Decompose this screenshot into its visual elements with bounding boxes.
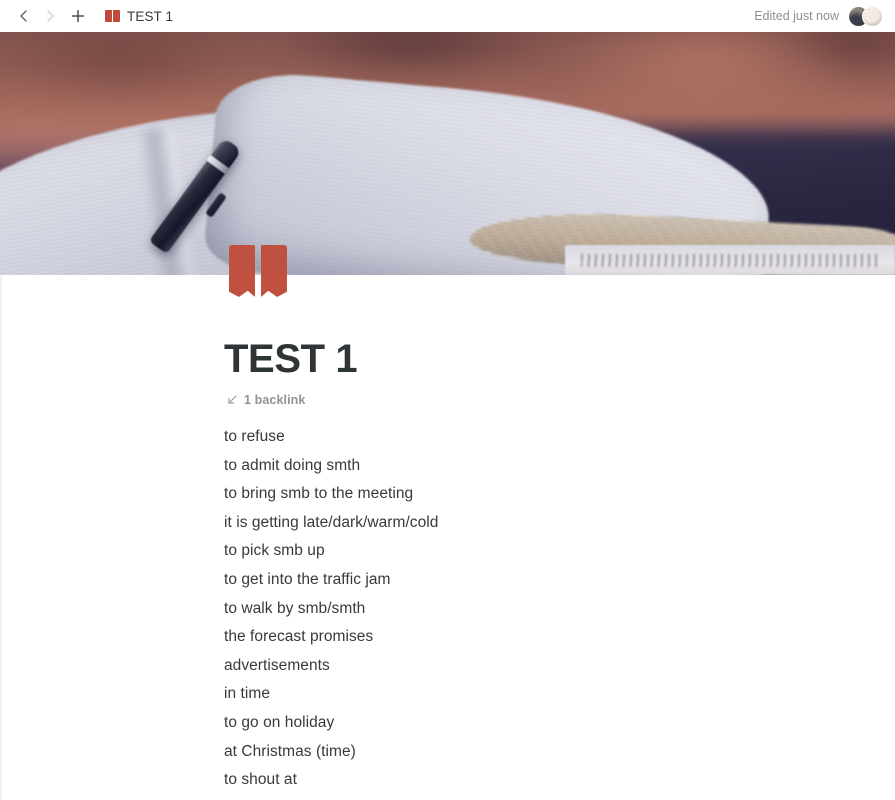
text-block[interactable]: to refuse bbox=[224, 423, 864, 452]
backlink-indicator[interactable]: 1 backlink bbox=[226, 393, 305, 407]
text-block[interactable]: the forecast promises bbox=[224, 623, 864, 652]
page-content-column: TEST 1 1 backlink to refuse to admit doin… bbox=[224, 275, 864, 800]
collaborator-avatars[interactable] bbox=[848, 5, 883, 27]
red-book-icon bbox=[105, 10, 120, 22]
text-block[interactable]: at Christmas (time) bbox=[224, 738, 864, 767]
forward-button[interactable] bbox=[38, 4, 62, 28]
topbar-right-group: Edited just now bbox=[754, 5, 885, 27]
text-block[interactable]: to go on holiday bbox=[224, 709, 864, 738]
avatar-user-2[interactable] bbox=[862, 5, 883, 27]
chevron-left-icon bbox=[20, 10, 27, 22]
back-button[interactable] bbox=[12, 4, 36, 28]
page-text-blocks: to refuse to admit doing smth to bring smb… bbox=[224, 423, 864, 800]
page-cover-image[interactable] bbox=[0, 32, 895, 275]
breadcrumb[interactable]: TEST 1 bbox=[101, 7, 177, 26]
text-block[interactable]: to pick smb up bbox=[224, 537, 864, 566]
chevron-right-icon bbox=[47, 10, 54, 22]
edited-status: Edited just now bbox=[754, 9, 839, 23]
text-block[interactable]: to shout to bbox=[224, 795, 864, 800]
page-title[interactable]: TEST 1 bbox=[224, 337, 864, 381]
text-block[interactable]: to shout at bbox=[224, 766, 864, 795]
text-block[interactable]: to bring smb to the meeting bbox=[224, 480, 864, 509]
text-block[interactable]: to walk by smb/smth bbox=[224, 595, 864, 624]
top-navigation-bar: TEST 1 Edited just now bbox=[0, 0, 895, 32]
backlink-label: 1 backlink bbox=[244, 393, 306, 407]
text-block[interactable]: it is getting late/dark/warm/cold bbox=[224, 509, 864, 538]
notion-page-window: TEST 1 Edited just now TEST 1 1 backlink… bbox=[0, 0, 895, 800]
text-block[interactable]: to admit doing smth bbox=[224, 452, 864, 481]
text-block[interactable]: to get into the traffic jam bbox=[224, 566, 864, 595]
text-block[interactable]: advertisements bbox=[224, 652, 864, 681]
plus-icon bbox=[71, 9, 85, 23]
new-page-button[interactable] bbox=[66, 4, 90, 28]
red-open-book-icon[interactable] bbox=[229, 245, 287, 297]
cover-handwriting bbox=[565, 245, 895, 275]
arrow-down-left-icon bbox=[226, 394, 238, 406]
book-right-half bbox=[261, 245, 287, 297]
navigation-buttons bbox=[12, 4, 90, 28]
text-block[interactable]: in time bbox=[224, 680, 864, 709]
book-left-half bbox=[229, 245, 255, 297]
breadcrumb-title: TEST 1 bbox=[127, 8, 174, 24]
page-body: TEST 1 1 backlink to refuse to admit doin… bbox=[0, 245, 895, 800]
